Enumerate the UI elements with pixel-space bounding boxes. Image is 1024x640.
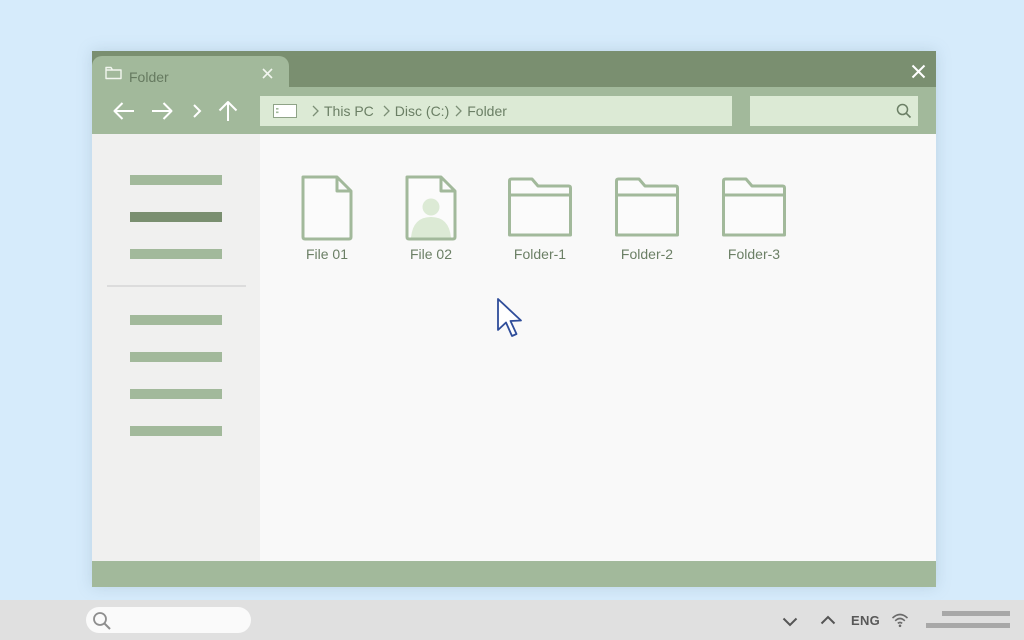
chevron-up-icon[interactable] <box>817 609 839 631</box>
sidebar-item[interactable] <box>130 352 222 362</box>
folder-label: Folder-2 <box>620 246 674 262</box>
folder-icon <box>722 177 786 237</box>
search-icon[interactable] <box>92 611 112 636</box>
image-file-icon <box>405 175 457 241</box>
folder-item-folder-2[interactable]: Folder-2 <box>600 175 694 270</box>
language-indicator[interactable]: ENG <box>851 613 880 628</box>
navigation-pane <box>92 134 260 561</box>
status-bar <box>92 561 936 587</box>
file-item-file-01[interactable]: File 01 <box>280 175 374 270</box>
sidebar-item[interactable] <box>130 426 222 436</box>
wifi-icon[interactable] <box>889 609 911 631</box>
clock-time-placeholder[interactable] <box>942 611 1010 616</box>
sidebar-item[interactable] <box>130 175 222 185</box>
tab-title: Folder <box>129 69 169 85</box>
folder-item-folder-3[interactable]: Folder-3 <box>707 175 801 270</box>
forward-arrow-icon[interactable] <box>148 97 176 125</box>
title-bar: Folder <box>92 51 936 87</box>
taskbar-search-input[interactable] <box>120 607 244 635</box>
breadcrumb-separator-icon <box>383 105 390 117</box>
folder-label: Folder-1 <box>513 246 567 262</box>
sidebar-item[interactable] <box>130 249 222 259</box>
folder-icon <box>105 66 122 85</box>
folder-item-folder-1[interactable]: Folder-1 <box>493 175 587 270</box>
up-arrow-icon[interactable] <box>214 97 242 125</box>
folder-label: Folder-3 <box>727 246 781 262</box>
file-label: File 01 <box>305 246 349 262</box>
chevron-down-icon[interactable] <box>779 611 801 633</box>
sidebar-item-active[interactable] <box>130 212 222 222</box>
drive-icon <box>273 104 297 118</box>
sidebar-item[interactable] <box>130 315 222 325</box>
mouse-pointer-icon <box>497 298 522 337</box>
file-icon <box>301 175 353 241</box>
address-bar[interactable]: This PC Disc (C:) Folder <box>260 96 732 126</box>
sidebar-divider <box>107 285 246 287</box>
recent-chevron-icon[interactable] <box>183 97 211 125</box>
sidebar-item[interactable] <box>130 389 222 399</box>
breadcrumb-this-pc[interactable]: This PC <box>324 103 374 119</box>
breadcrumb-separator-icon <box>312 105 319 117</box>
breadcrumb-separator-icon <box>455 105 463 117</box>
file-label: File 02 <box>409 246 453 262</box>
breadcrumb-disc-c[interactable]: Disc (C:) <box>395 103 449 119</box>
back-arrow-icon[interactable] <box>110 97 138 125</box>
file-list-pane: File 01 File 02 Folder-1 Folder-2 Folder… <box>260 134 936 561</box>
search-box <box>750 96 918 126</box>
file-item-file-02[interactable]: File 02 <box>384 175 478 270</box>
taskbar: ENG <box>0 600 1024 640</box>
close-icon[interactable] <box>258 64 276 82</box>
folder-icon <box>508 177 572 237</box>
tab-folder[interactable]: Folder <box>92 56 289 87</box>
folder-icon <box>615 177 679 237</box>
taskbar-search <box>86 607 251 636</box>
window-close-button[interactable] <box>907 60 929 82</box>
clock-date-placeholder[interactable] <box>926 623 1010 628</box>
toolbar: This PC Disc (C:) Folder <box>92 87 936 134</box>
search-input[interactable] <box>750 96 902 126</box>
breadcrumb-folder[interactable]: Folder <box>467 103 507 119</box>
search-icon[interactable] <box>896 103 912 124</box>
